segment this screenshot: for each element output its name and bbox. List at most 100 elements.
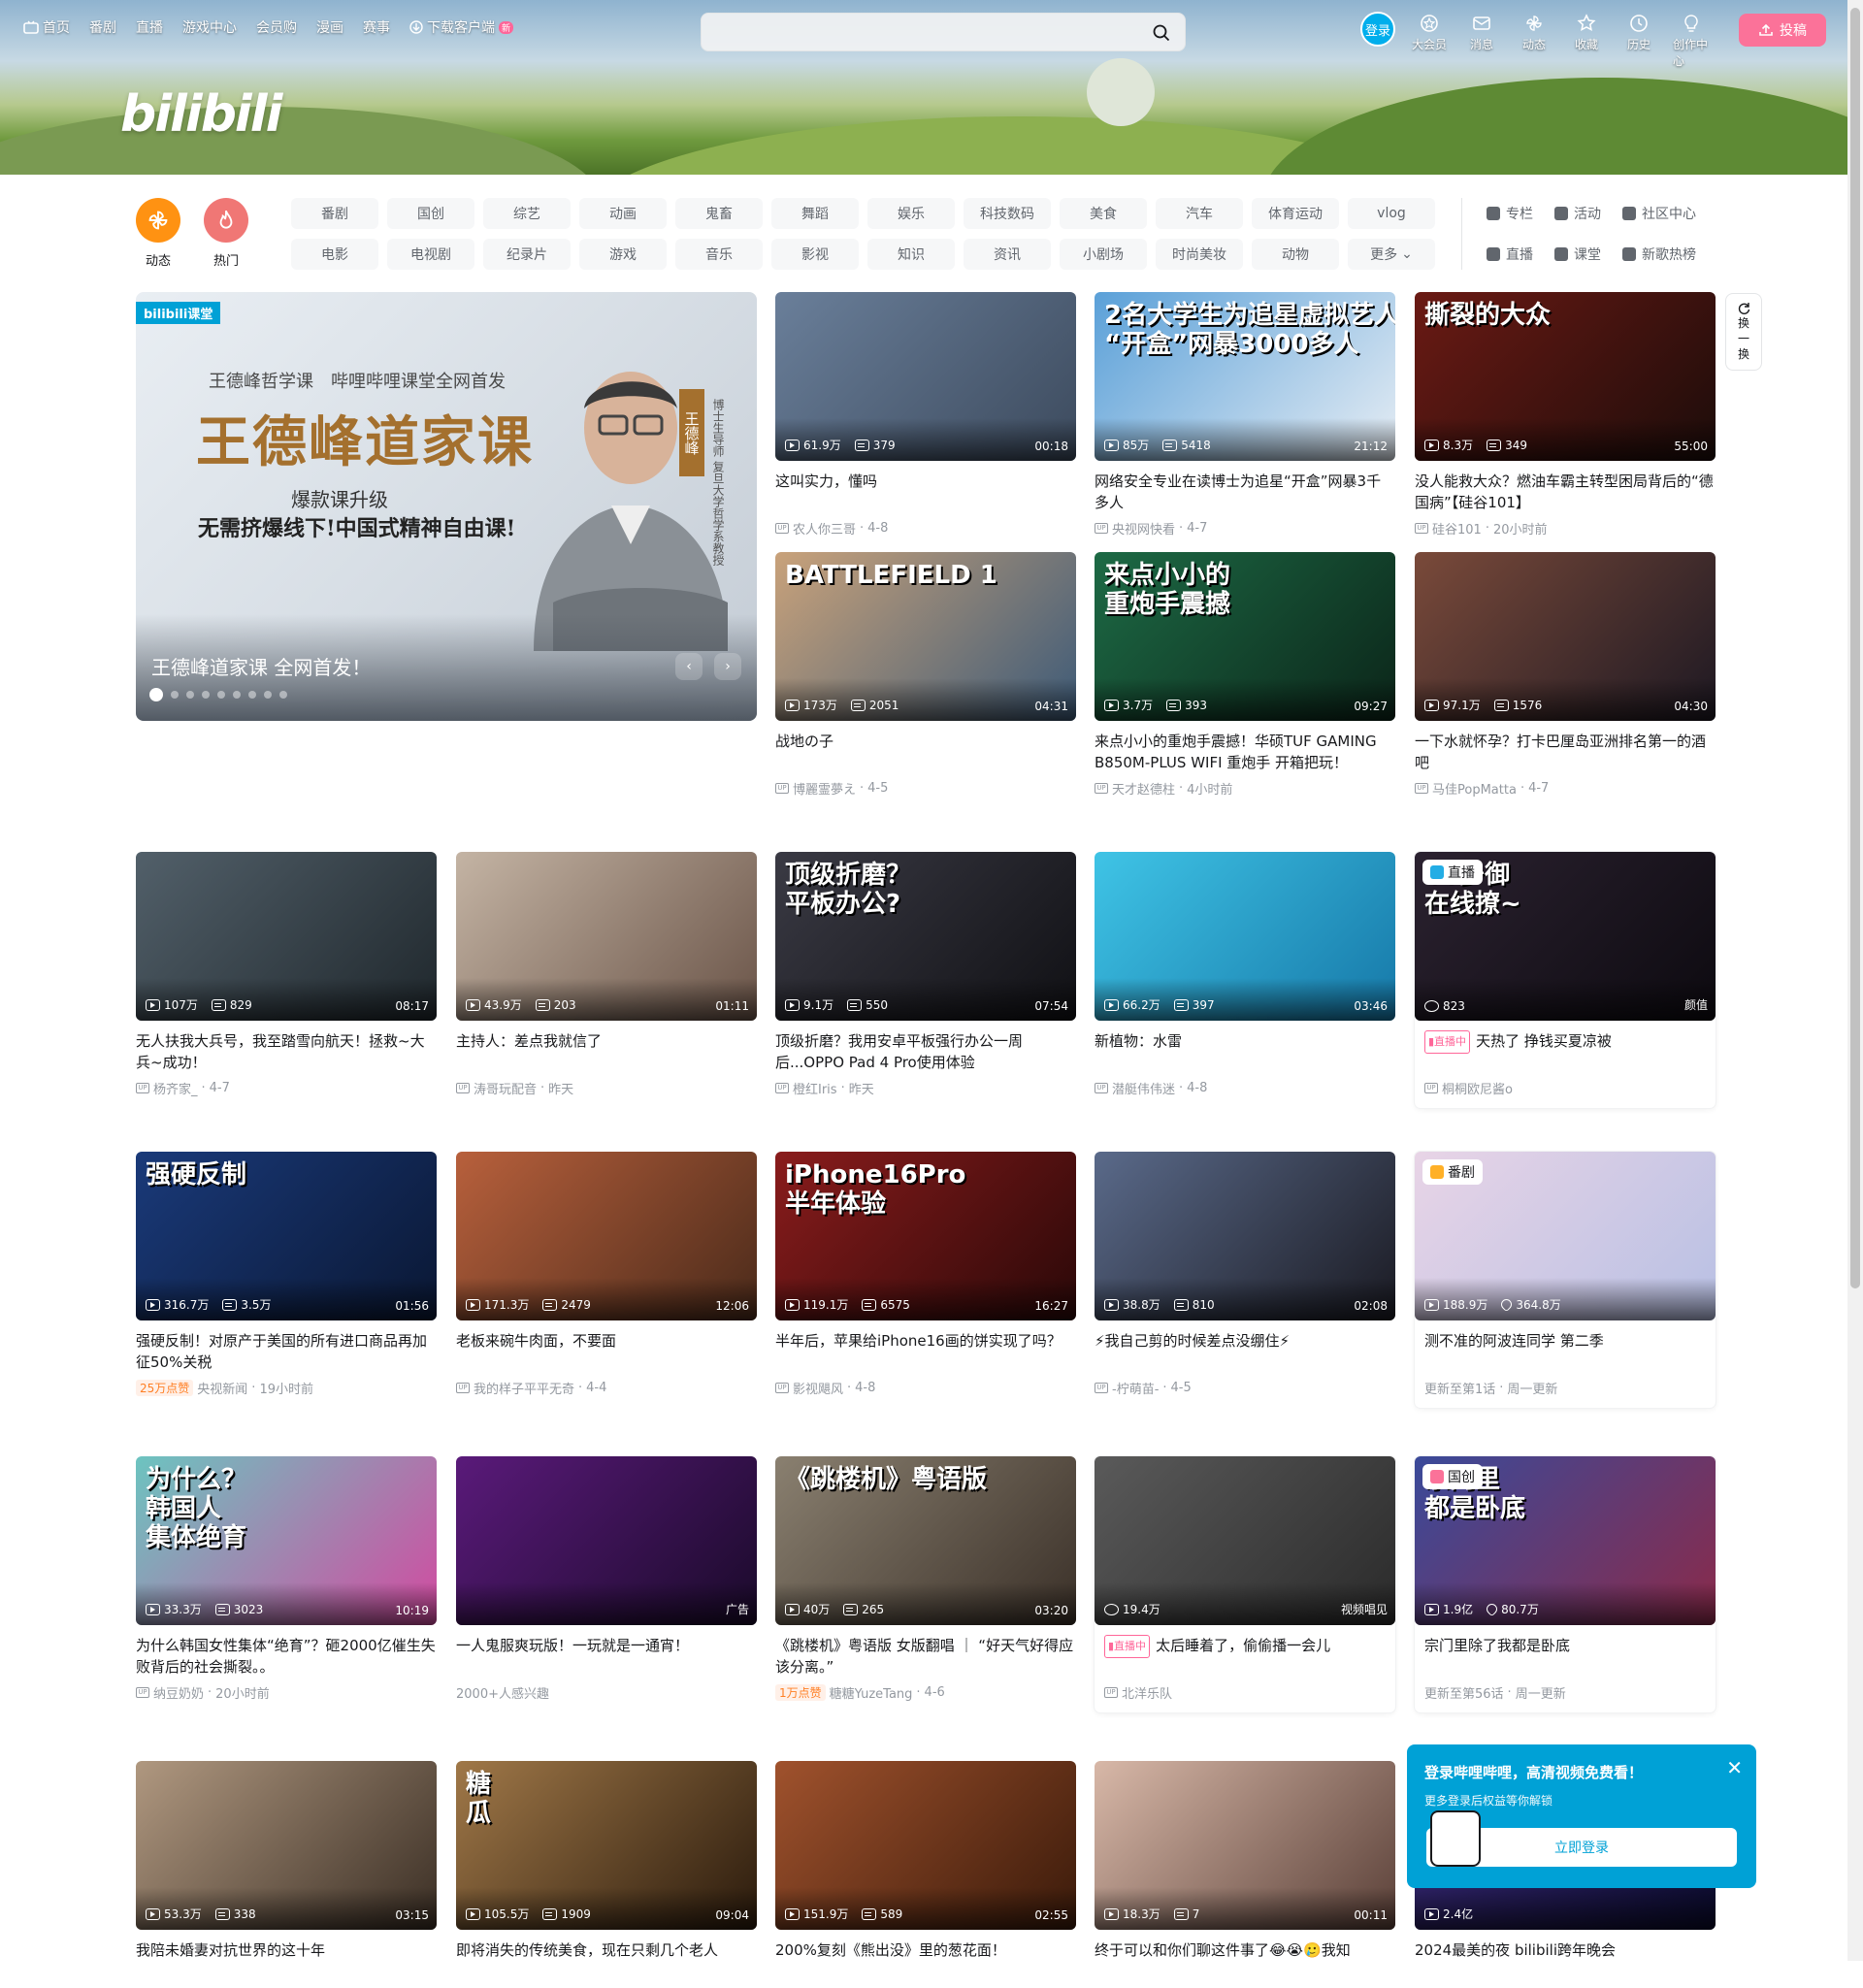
channel-link-5[interactable]: 新歌热榜 bbox=[1622, 239, 1696, 270]
upload-button[interactable]: 投稿 bbox=[1739, 14, 1826, 47]
refresh-button[interactable]: 换 一 换 bbox=[1725, 293, 1762, 371]
channel-link-0[interactable]: 专栏 bbox=[1487, 198, 1533, 229]
video-thumbnail[interactable]: BATTLEFIELD 1 173万 2051 04:31 bbox=[775, 552, 1076, 721]
channel-13[interactable]: 电视剧 bbox=[387, 239, 474, 270]
video-card[interactable]: 强硬反制 316.7万 3.5万 01:56 强硬反制！对原产于美国的所有进口商品再加征… bbox=[136, 1152, 437, 1397]
video-card[interactable]: 61.9万 379 00:18 这叫实力，懂吗 UP 农人你三哥 · 4-8 bbox=[775, 292, 1076, 538]
video-title[interactable]: ▮直播中 太后睡着了，偷偷播一会儿 bbox=[1095, 1635, 1395, 1678]
video-thumbnail[interactable]: 为什么？ 韩国人 集体绝育 33.3万 3023 10:19 bbox=[136, 1456, 437, 1625]
carousel-dot[interactable] bbox=[202, 691, 210, 699]
video-thumbnail[interactable]: 宗门里 都是卧底国创1.9亿80.7万 bbox=[1415, 1456, 1716, 1625]
video-thumbnail[interactable]: 171.3万 2479 12:06 bbox=[456, 1152, 757, 1320]
video-title[interactable]: 宗门里除了我都是卧底 bbox=[1415, 1635, 1716, 1678]
carousel-dot[interactable] bbox=[279, 691, 287, 699]
channel-23[interactable]: 更多 ⌄ bbox=[1348, 239, 1435, 270]
video-thumbnail[interactable]: 19.4万 视频唱见 bbox=[1095, 1456, 1395, 1625]
search-bar[interactable] bbox=[701, 13, 1186, 51]
nav-history[interactable]: 历史 bbox=[1620, 12, 1657, 52]
video-card[interactable]: 广告 一人鬼服爽玩版！一玩就是一通宵！ 2000+人感兴趣 bbox=[456, 1456, 757, 1702]
channel-hot[interactable]: 热门 bbox=[204, 198, 248, 269]
channel-12[interactable]: 电影 bbox=[291, 239, 378, 270]
login-avatar[interactable]: 登录 bbox=[1360, 12, 1395, 47]
video-title[interactable]: 2024最美的夜 bilibili跨年晚会 bbox=[1415, 1939, 1716, 1982]
video-card[interactable]: iPhone16Pro 半年体验 119.1万 6575 16:27 半年后，苹果给iP… bbox=[775, 1152, 1076, 1397]
video-card[interactable]: 151.9万 589 02:55 200%复刻《熊出没》里的葱花面！ bbox=[775, 1761, 1076, 1988]
carousel-dot[interactable] bbox=[217, 691, 225, 699]
carousel-dot[interactable] bbox=[233, 691, 241, 699]
video-card[interactable]: 43.9万 203 01:11 主持人：差点我就信了 UP 涛哥玩配音 · 昨天 bbox=[456, 852, 757, 1097]
video-title-text[interactable]: 半年后，苹果给iPhone16画的饼实现了吗？ bbox=[775, 1332, 1062, 1350]
video-thumbnail[interactable]: 38.8万 810 02:08 bbox=[1095, 1152, 1395, 1320]
video-card[interactable]: 来点小小的 重炮手震撼 3.7万 393 09:27 来点小小的重炮手震撼！华硕TUF … bbox=[1095, 552, 1395, 798]
nav-download[interactable]: 下载客户端新 bbox=[409, 17, 514, 37]
uploader-name[interactable]: 马佳PopMatta bbox=[1432, 779, 1517, 798]
uploader-name[interactable]: 影视飓风 bbox=[793, 1379, 843, 1397]
close-icon[interactable]: ✕ bbox=[1726, 1756, 1743, 1779]
uploader-name[interactable]: 博麗霊夢え bbox=[793, 779, 856, 798]
video-thumbnail[interactable]: 《跳楼机》粤语版 40万 265 03:20 bbox=[775, 1456, 1076, 1625]
uploader-name[interactable]: 纳豆奶奶 bbox=[153, 1683, 204, 1702]
video-card[interactable]: 糖 瓜 105.5万 1909 09:04 即将消失的传统美食，现在只剩几个老人 bbox=[456, 1761, 757, 1988]
carousel-dot[interactable] bbox=[248, 691, 256, 699]
channel-17[interactable]: 影视 bbox=[771, 239, 859, 270]
video-title-text[interactable]: 一下水就怀孕？打卡巴厘岛亚洲排名第一的酒吧 bbox=[1415, 733, 1706, 771]
video-card[interactable]: 为什么？ 韩国人 集体绝育 33.3万 3023 10:19 为什么韩国女性集体“绝育”… bbox=[136, 1456, 437, 1702]
video-thumbnail[interactable]: 66.2万 397 03:46 bbox=[1095, 852, 1395, 1021]
nav-match[interactable]: 赛事 bbox=[363, 17, 390, 37]
video-title[interactable]: ⚡我自己剪的时候差点没绷住⚡ bbox=[1095, 1330, 1395, 1373]
video-title[interactable]: 半年后，苹果给iPhone16画的饼实现了吗？ bbox=[775, 1330, 1076, 1373]
uploader-name[interactable]: 涛哥玩配音 bbox=[474, 1079, 537, 1097]
video-card[interactable]: 19.4万 视频唱见 ▮直播中 太后睡着了，偷偷播一会儿 UP 北洋乐队 bbox=[1095, 1456, 1395, 1712]
video-card[interactable]: 66.2万 397 03:46 新植物：水雷 UP 潜艇伟伟迷 · 4-8 bbox=[1095, 852, 1395, 1097]
channel-4[interactable]: 鬼畜 bbox=[675, 198, 763, 229]
search-input[interactable] bbox=[717, 21, 1125, 45]
nav-dynamic[interactable]: 动态 bbox=[1516, 12, 1552, 52]
video-thumbnail[interactable]: 番剧 188.9万 364.8万 bbox=[1415, 1152, 1716, 1320]
channel-18[interactable]: 知识 bbox=[867, 239, 955, 270]
channel-2[interactable]: 综艺 bbox=[483, 198, 571, 229]
video-thumbnail[interactable]: 顶级折磨？ 平板办公? 9.1万 550 07:54 bbox=[775, 852, 1076, 1021]
video-title-text[interactable]: ⚡我自己剪的时候差点没绷住⚡ bbox=[1095, 1332, 1290, 1350]
video-title-text[interactable]: 一人鬼服爽玩版！一玩就是一通宵！ bbox=[456, 1637, 689, 1654]
channel-5[interactable]: 舞蹈 bbox=[771, 198, 859, 229]
nav-bangumi[interactable]: 番剧 bbox=[89, 17, 116, 37]
uploader-name[interactable]: 天才赵德柱 bbox=[1112, 779, 1175, 798]
video-thumbnail[interactable]: 05少御 在线撩~直播823颜值 bbox=[1415, 852, 1716, 1021]
video-card[interactable]: 顶级折磨？ 平板办公? 9.1万 550 07:54 顶级折磨？我用安卓平板强行办公一周… bbox=[775, 852, 1076, 1097]
video-title-text[interactable]: 太后睡着了，偷偷播一会儿 bbox=[1156, 1637, 1330, 1654]
video-thumbnail[interactable]: 97.1万 1576 04:30 bbox=[1415, 552, 1716, 721]
video-thumbnail[interactable]: 糖 瓜 105.5万 1909 09:04 bbox=[456, 1761, 757, 1930]
video-thumbnail[interactable]: 广告 bbox=[456, 1456, 757, 1625]
channel-link-1[interactable]: 活动 bbox=[1554, 198, 1601, 229]
video-card[interactable]: 97.1万 1576 04:30 一下水就怀孕？打卡巴厘岛亚洲排名第一的酒吧 UP 马佳P… bbox=[1415, 552, 1716, 798]
channel-1[interactable]: 国创 bbox=[387, 198, 474, 229]
video-thumbnail[interactable]: 43.9万 203 01:11 bbox=[456, 852, 757, 1021]
video-title[interactable]: 测不准的阿波连同学 第二季 bbox=[1415, 1330, 1716, 1373]
bilibili-logo[interactable]: bilibili bbox=[120, 85, 282, 144]
video-title[interactable]: 我陪未婚妻对抗世界的这十年 bbox=[136, 1939, 437, 1982]
channel-7[interactable]: 科技数码 bbox=[964, 198, 1051, 229]
video-title[interactable]: 一下水就怀孕？打卡巴厘岛亚洲排名第一的酒吧 bbox=[1415, 731, 1716, 773]
video-title[interactable]: 这叫实力，懂吗 bbox=[775, 471, 1076, 513]
video-card[interactable]: 107万 829 08:17 无人扶我大兵号，我至踏雪向航天！拯救~大兵~成功！ UP 杨… bbox=[136, 852, 437, 1097]
video-title-text[interactable]: 《跳楼机》粤语版 女版翻唱 ｜ “好天气好得应该分离。” bbox=[775, 1637, 1073, 1676]
channel-link-2[interactable]: 社区中心 bbox=[1622, 198, 1696, 229]
channel-10[interactable]: 体育运动 bbox=[1252, 198, 1339, 229]
channel-19[interactable]: 资讯 bbox=[964, 239, 1051, 270]
video-card[interactable]: 宗门里 都是卧底国创1.9亿80.7万宗门里除了我都是卧底更新至第56话·周一更… bbox=[1415, 1456, 1716, 1712]
video-card[interactable]: BATTLEFIELD 1 173万 2051 04:31 战地の子 UP 博麗霊夢え · 4-… bbox=[775, 552, 1076, 798]
video-title[interactable]: 顶级折磨？我用安卓平板强行办公一周后...OPPO Pad 4 Pro使用体验 bbox=[775, 1030, 1076, 1073]
uploader-name[interactable]: 北洋乐队 bbox=[1122, 1683, 1172, 1702]
video-title[interactable]: 终于可以和你们聊这件事了😂😭🥲我知 bbox=[1095, 1939, 1395, 1982]
video-title[interactable]: 老板来碗牛肉面，不要面 bbox=[456, 1330, 757, 1373]
carousel-dot[interactable] bbox=[186, 691, 194, 699]
video-title-text[interactable]: 强硬反制！对原产于美国的所有进口商品再加征50%关税 bbox=[136, 1332, 427, 1371]
video-thumbnail[interactable]: iPhone16Pro 半年体验 119.1万 6575 16:27 bbox=[775, 1152, 1076, 1320]
video-title[interactable]: 强硬反制！对原产于美国的所有进口商品再加征50%关税 bbox=[136, 1330, 437, 1373]
video-title-text[interactable]: 没人能救大众？燃油车霸主转型困局背后的“德国病”【硅谷101】 bbox=[1415, 473, 1714, 511]
video-title[interactable]: 一人鬼服爽玩版！一玩就是一通宵！ bbox=[456, 1635, 757, 1678]
channel-20[interactable]: 小剧场 bbox=[1060, 239, 1147, 270]
video-thumbnail[interactable]: 强硬反制 316.7万 3.5万 01:56 bbox=[136, 1152, 437, 1320]
video-thumbnail[interactable]: 来点小小的 重炮手震撼 3.7万 393 09:27 bbox=[1095, 552, 1395, 721]
uploader-name[interactable]: 央视新闻 bbox=[197, 1379, 247, 1397]
